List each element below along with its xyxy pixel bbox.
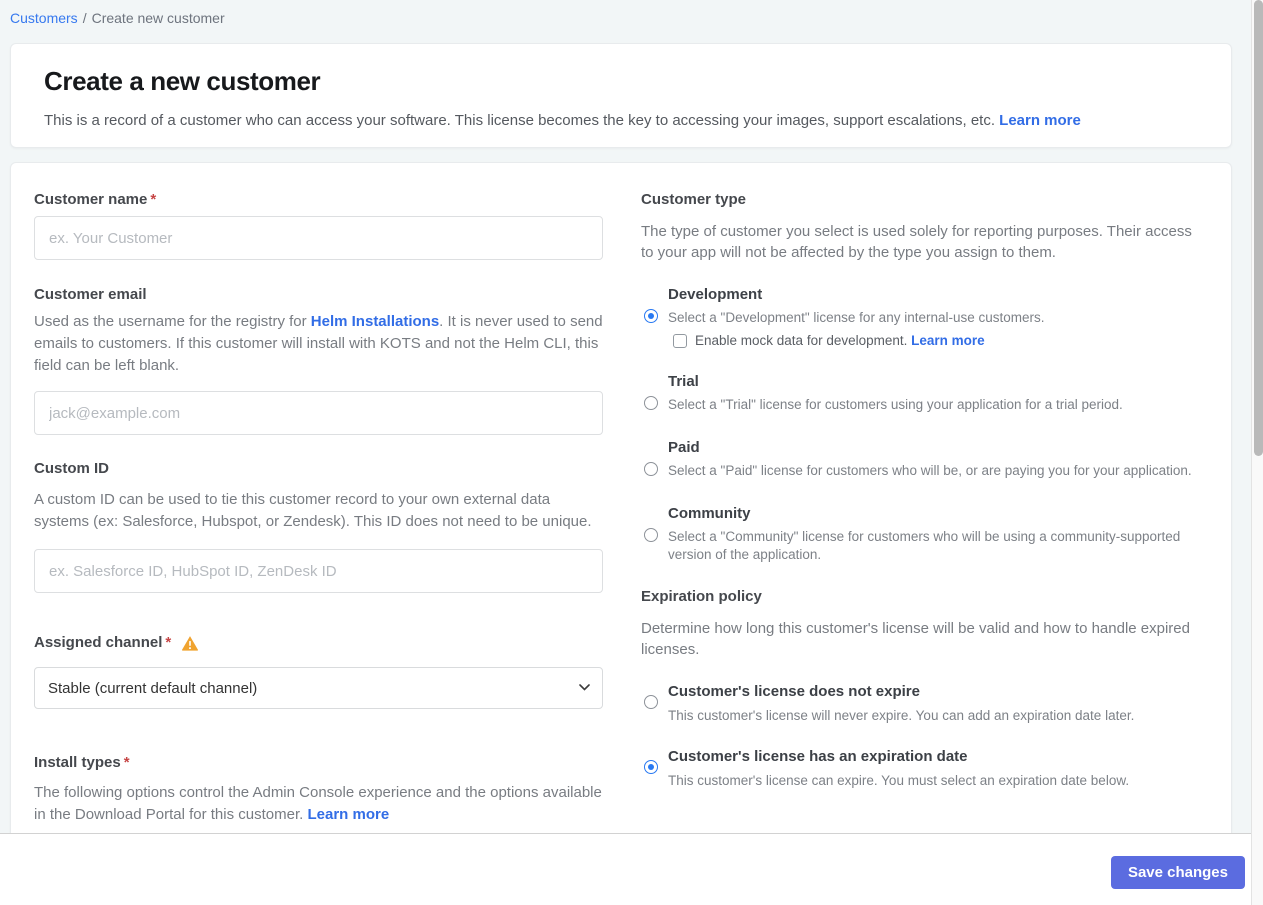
header-card: Create a new customer This is a record o… — [10, 43, 1232, 148]
assigned-channel-select[interactable]: Stable (current default channel) — [34, 667, 603, 709]
option-no-expire-title: Customer's license does not expire — [668, 683, 920, 700]
expiration-policy-description: Determine how long this customer's licen… — [641, 620, 1190, 658]
option-development-description: Select a "Development" license for any i… — [668, 310, 1045, 325]
form-card: Customer name* Customer email Used as th… — [10, 162, 1232, 905]
radio-paid[interactable] — [644, 462, 658, 476]
radio-license-does-not-expire[interactable] — [644, 695, 658, 709]
breadcrumb-current: Create new customer — [91, 10, 225, 26]
customer-name-input[interactable] — [34, 216, 603, 260]
option-development-title: Development — [668, 286, 763, 303]
mock-data-checkbox-label: Enable mock data for development. — [695, 333, 908, 348]
vertical-scrollbar-track[interactable] — [1251, 0, 1263, 905]
expiration-policy-heading: Expiration policy — [641, 588, 762, 605]
option-has-date-title: Customer's license has an expiration dat… — [668, 748, 968, 765]
form-right-column: Customer type The type of customer you s… — [641, 191, 1193, 826]
option-trial-description: Select a "Trial" license for customers u… — [668, 397, 1123, 412]
breadcrumb: Customers / Create new customer — [10, 10, 225, 26]
save-changes-button[interactable]: Save changes — [1110, 856, 1245, 889]
option-paid-description: Select a "Paid" license for customers wh… — [668, 463, 1192, 478]
assigned-channel-label-text: Assigned channel — [34, 634, 163, 651]
vertical-scrollbar-thumb[interactable] — [1253, 0, 1263, 456]
form-left-column: Customer name* Customer email Used as th… — [34, 191, 603, 826]
assigned-channel-label: Assigned channel * — [34, 634, 603, 651]
customer-name-label: Customer name * — [34, 191, 603, 208]
install-types-learn-more-link[interactable]: Learn more — [307, 806, 389, 823]
page-title: Create a new customer — [44, 66, 321, 96]
customer-type-description: The type of customer you select is used … — [641, 223, 1192, 261]
customer-type-heading: Customer type — [641, 191, 747, 208]
customer-name-label-text: Customer name — [34, 191, 148, 208]
option-has-date-description: This customer's license can expire. You … — [668, 773, 1130, 788]
option-community-title: Community — [668, 505, 751, 522]
custom-id-label: Custom ID — [34, 460, 109, 477]
install-types-label: Install types * — [34, 754, 603, 771]
radio-trial[interactable] — [644, 396, 658, 410]
breadcrumb-customers-link[interactable]: Customers — [10, 10, 78, 26]
header-description: This is a record of a customer who can a… — [44, 110, 1198, 131]
mock-data-checkbox[interactable] — [673, 333, 687, 348]
radio-license-has-expiration[interactable] — [644, 760, 658, 774]
customer-type-option-development: Development Select a "Development" licen… — [641, 285, 1193, 348]
custom-id-input[interactable] — [34, 549, 603, 593]
mock-data-checkbox-row: Enable mock data for development. Learn … — [668, 333, 1193, 348]
custom-id-description: A custom ID can be used to tie this cust… — [34, 491, 592, 530]
mock-data-learn-more-link[interactable]: Learn more — [911, 333, 985, 348]
option-community-description: Select a "Community" license for custome… — [668, 529, 1181, 562]
customer-email-desc-before: Used as the username for the registry fo… — [34, 313, 311, 330]
header-learn-more-link[interactable]: Learn more — [999, 112, 1081, 129]
install-types-label-text: Install types — [34, 754, 121, 771]
option-no-expire-description: This customer's license will never expir… — [668, 708, 1135, 723]
customer-email-description: Used as the username for the registry fo… — [34, 311, 603, 377]
assigned-channel-select-wrap: Stable (current default channel) — [34, 667, 603, 709]
breadcrumb-separator: / — [82, 10, 87, 26]
assigned-channel-required-asterisk: * — [165, 634, 172, 651]
install-types-description: The following options control the Admin … — [34, 782, 603, 826]
warning-icon — [182, 635, 199, 651]
footer-bar: Save changes — [0, 833, 1251, 905]
customer-type-option-trial: Trial Select a "Trial" license for custo… — [641, 372, 1193, 414]
customer-email-input[interactable] — [34, 391, 603, 435]
customer-type-option-paid: Paid Select a "Paid" license for custome… — [641, 438, 1193, 480]
radio-community[interactable] — [644, 528, 658, 542]
header-description-text: This is a record of a customer who can a… — [44, 112, 995, 129]
customer-email-label: Customer email — [34, 286, 147, 303]
install-types-required-asterisk: * — [123, 754, 130, 771]
option-paid-title: Paid — [668, 439, 700, 456]
radio-development[interactable] — [644, 309, 658, 323]
option-trial-title: Trial — [668, 373, 699, 390]
expiration-option-has-date: Customer's license has an expiration dat… — [641, 747, 1193, 790]
page: Customers / Create new customer Create a n… — [0, 0, 1263, 905]
expiration-option-no-expire: Customer's license does not expire This … — [641, 682, 1193, 725]
customer-name-required-asterisk: * — [150, 191, 157, 208]
helm-installations-link[interactable]: Helm Installations — [311, 313, 439, 330]
customer-type-option-community: Community Select a "Community" license f… — [641, 504, 1193, 564]
